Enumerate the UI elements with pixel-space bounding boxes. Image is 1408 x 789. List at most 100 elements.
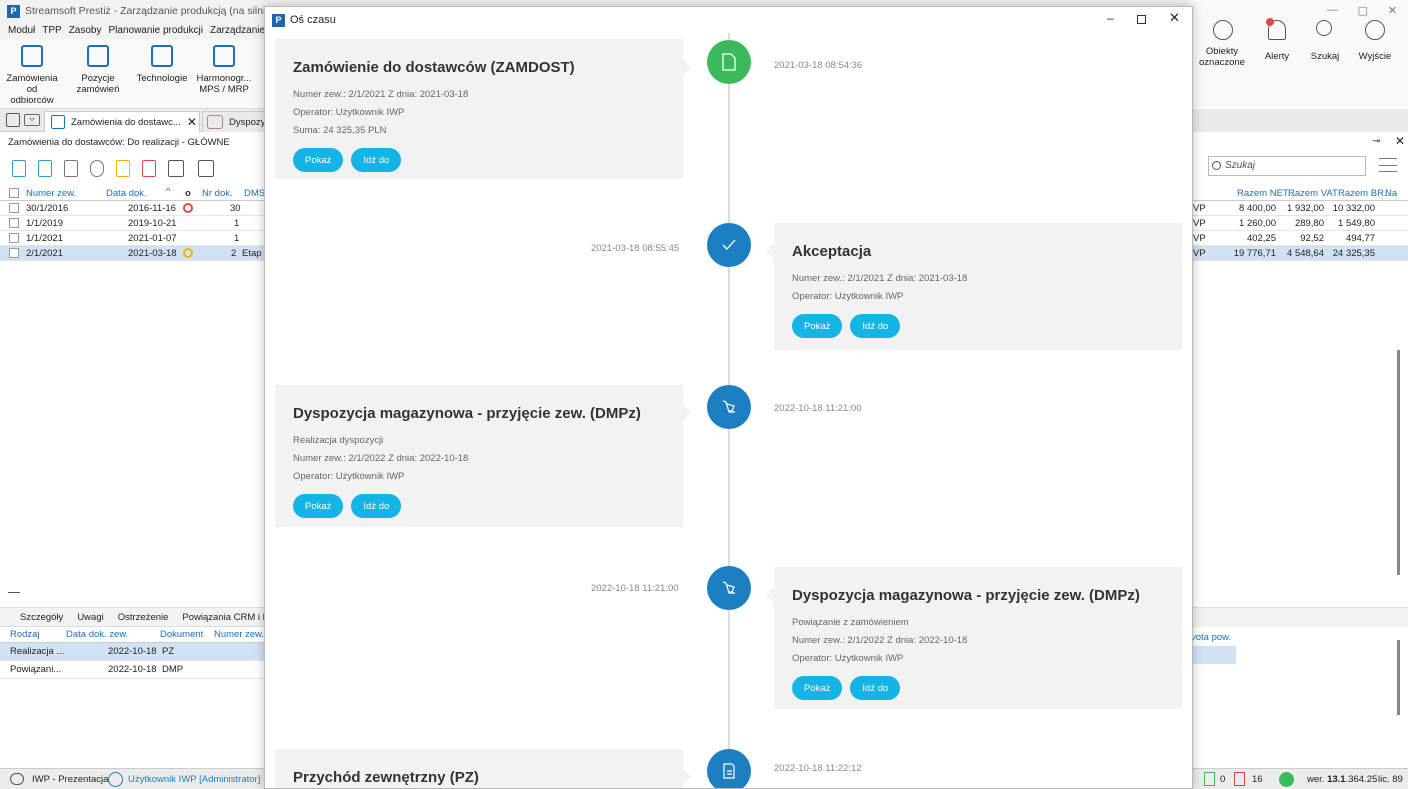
orders-icon <box>21 45 43 67</box>
tab-details[interactable]: Szczegóły <box>20 612 63 623</box>
info-icon <box>1279 772 1294 787</box>
export-icon[interactable] <box>198 160 214 177</box>
go-to-button[interactable]: Idź do <box>351 148 402 172</box>
maximize-icon[interactable] <box>1137 15 1146 24</box>
settings-document-icon[interactable] <box>64 160 78 177</box>
vertical-scrollbar[interactable] <box>1397 640 1400 715</box>
collapse-icon[interactable] <box>8 592 20 593</box>
go-to-button[interactable]: Idź do <box>850 314 901 338</box>
status-red-icon <box>183 203 193 213</box>
menu-icon[interactable] <box>1379 158 1397 172</box>
event-title: Przychód zewnętrzny (PZ) <box>293 769 479 786</box>
table-row[interactable]: Powiązani... 2022-10-18 DMP <box>0 661 266 679</box>
technology-icon <box>151 45 173 67</box>
tab-warning[interactable]: Ostrzeżenie <box>118 612 169 623</box>
vertical-scrollbar[interactable] <box>1397 350 1400 575</box>
close-icon[interactable]: ✕ <box>1395 134 1405 148</box>
dispositions-icon <box>207 115 223 129</box>
row-checkbox[interactable] <box>9 218 19 228</box>
table-row[interactable]: 30/1/2016 2016-11-16 30 <box>0 201 266 216</box>
show-button[interactable]: Pokaż <box>293 494 344 518</box>
lower-tabs-right <box>1191 607 1408 627</box>
table-row[interactable]: 1/1/2021 2021-01-07 1 <box>0 231 266 246</box>
timeline-card: Dyspozycja magazynowa - przyjęcie zew. (… <box>275 385 691 527</box>
menu-item[interactable]: Zasoby <box>69 25 102 36</box>
menu-item[interactable]: Planowanie produkcji <box>109 25 204 36</box>
search-input[interactable]: Szukaj <box>1208 156 1366 176</box>
ribbon-button-search[interactable]: Szukaj <box>1305 20 1345 62</box>
timeline-card: Zamówienie do dostawców (ZAMDOST) Numer … <box>275 39 691 179</box>
table-row[interactable]: VP 1 260,00 289,80 1 549,80 <box>1191 216 1408 231</box>
ribbon-button-positions[interactable]: Pozycje zamówień <box>72 45 124 95</box>
warehouse-cart-icon <box>707 385 751 429</box>
restore-icon[interactable]: ▢ <box>1358 4 1368 17</box>
grid-header: Rodzaj Data dok. zew. Dokument Numer zew… <box>0 627 266 643</box>
event-title: Dyspozycja magazynowa - przyjęcie zew. (… <box>792 587 1140 604</box>
event-title: Zamówienie do dostawców (ZAMDOST) <box>293 59 575 76</box>
checkmark-icon <box>707 223 751 267</box>
table-row-selected[interactable]: VP 19 776,71 4 548,64 24 325,35 <box>1191 246 1408 261</box>
menu-item[interactable]: TPP <box>42 25 61 36</box>
search-icon <box>1316 20 1332 36</box>
minimize-icon[interactable]: – <box>1107 11 1114 25</box>
document-icon <box>707 40 751 84</box>
show-button[interactable]: Pokaż <box>792 676 843 700</box>
close-icon[interactable]: ✕ <box>1388 4 1397 17</box>
sort-up-icon: ^ <box>166 186 171 197</box>
orders-grid: Numer zew. Data dok. ^ o Nr dok. DMS 30/… <box>0 186 266 261</box>
pin-icon[interactable]: ⊸ <box>1372 136 1380 147</box>
row-checkbox[interactable] <box>9 248 19 258</box>
edit-document-icon[interactable] <box>116 160 130 177</box>
timeline-dialog: P Oś czasu – ✕ Zamówienie do dostawców (… <box>264 6 1193 789</box>
lower-row-selected-right <box>1191 646 1236 664</box>
tab-orders-to-suppliers[interactable]: Zamówienia do dostawc... ✕ <box>44 111 200 132</box>
ribbon-button-exit[interactable]: Wyjście <box>1353 20 1397 62</box>
app-logo-icon: P <box>7 4 20 18</box>
table-row[interactable]: VP 8 400,00 1 932,00 10 332,00 <box>1191 201 1408 216</box>
event-timestamp: 2021-03-18 08:55:45 <box>591 243 680 254</box>
table-row[interactable]: VP 402,25 92,52 494,77 <box>1191 231 1408 246</box>
tab-notes[interactable]: Uwagi <box>77 612 103 623</box>
menu-item[interactable]: Zarządzanie pro <box>210 25 266 36</box>
show-button[interactable]: Pokaż <box>792 314 843 338</box>
tab-dispositions[interactable]: Dyspozyc <box>202 111 270 132</box>
ribbon-button-marked[interactable]: Obiekty oznaczone <box>1197 20 1247 68</box>
menu-item[interactable]: Moduł <box>8 25 35 36</box>
timeline: Zamówienie do dostawców (ZAMDOST) Numer … <box>265 33 1192 788</box>
delete-document-icon[interactable] <box>142 160 156 177</box>
minimize-icon[interactable]: — <box>1327 4 1338 17</box>
related-docs-grid: Rodzaj Data dok. zew. Dokument Numer zew… <box>0 627 266 679</box>
select-all-checkbox[interactable] <box>9 188 19 198</box>
ribbon-button-schedule[interactable]: Harmonogr... MPS / MRP <box>196 45 252 95</box>
close-icon[interactable]: ✕ <box>1169 10 1180 26</box>
new-document-icon[interactable] <box>12 160 26 177</box>
table-row[interactable]: 1/1/2019 2019-10-21 1 <box>0 216 266 231</box>
go-to-button[interactable]: Idź do <box>850 676 901 700</box>
ribbon-right: — ▢ ✕ Obiekty oznaczone Alerty Szukaj Wyjśc… <box>1191 0 1408 109</box>
timeline-card: Dyspozycja magazynowa - przyjęcie zew. (… <box>766 567 1182 709</box>
dialog-titlebar: P Oś czasu – ✕ <box>265 7 1192 33</box>
add-document-icon[interactable] <box>38 160 52 177</box>
app-logo-icon: P <box>272 13 285 27</box>
ribbon-button-technologies[interactable]: Technologie <box>134 45 190 84</box>
list-icon <box>87 45 109 67</box>
ribbon-button-alerts[interactable]: Alerty <box>1257 18 1297 62</box>
ribbon-button-orders[interactable]: Zamówienia od odbiorców <box>4 45 60 106</box>
status-yellow-icon <box>183 248 193 258</box>
row-checkbox[interactable] <box>9 233 19 243</box>
ribbon: Zamówienia od odbiorców Pozycje zamówień T… <box>0 39 266 109</box>
handshake-icon[interactable] <box>90 160 104 177</box>
close-icon[interactable]: ✕ <box>187 115 197 129</box>
table-row-selected[interactable]: 2/1/2021 2021-03-18 2 Etap <box>0 246 266 261</box>
show-button[interactable]: Pokaż <box>293 148 344 172</box>
print-icon[interactable] <box>168 160 184 177</box>
tab-nav-icon[interactable]: ‹› <box>24 114 40 126</box>
dialog-title: Oś czasu <box>290 14 336 26</box>
home-icon[interactable] <box>6 113 20 127</box>
event-title: Dyspozycja magazynowa - przyjęcie zew. (… <box>293 405 641 422</box>
row-checkbox[interactable] <box>9 203 19 213</box>
tab-crm-links[interactable]: Powiązania CRM i D <box>182 612 269 623</box>
go-to-button[interactable]: Idź do <box>351 494 402 518</box>
table-row-selected[interactable]: Realizacja ... 2022-10-18 PZ <box>0 643 266 661</box>
schedule-icon <box>213 45 235 67</box>
